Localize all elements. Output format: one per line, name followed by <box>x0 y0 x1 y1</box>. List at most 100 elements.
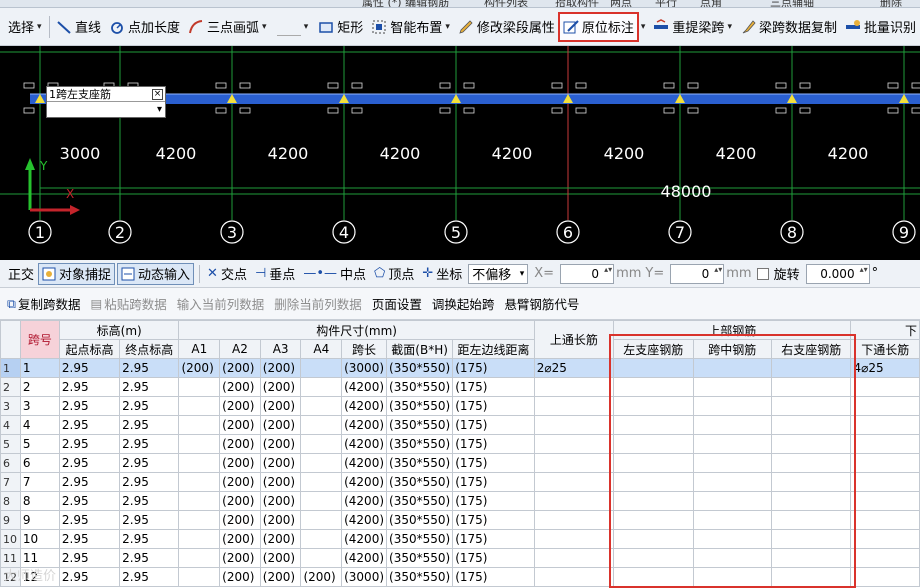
top-through-cell[interactable] <box>533 434 615 454</box>
rotate-checkbox[interactable] <box>756 267 769 280</box>
table-row[interactable]: 3 3 2.95 2.95 (200) (200) (4200) (350*550) (175) <box>0 396 920 416</box>
end-elev-cell[interactable]: 2.95 <box>119 529 180 549</box>
table-row[interactable]: 5 5 2.95 2.95 (200) (200) (4200) (350*550) (175) <box>0 434 920 454</box>
copy-span-data-button[interactable]: ⧉ 复制跨数据 <box>2 294 85 313</box>
span-no-header[interactable]: 跨号 <box>19 320 60 359</box>
a1-cell[interactable] <box>178 567 221 587</box>
midpoint-snap[interactable]: —•— 中点 <box>299 264 370 283</box>
right-support-cell[interactable] <box>770 377 852 397</box>
perpendicular-snap[interactable]: ⊣ 垂点 <box>251 264 299 283</box>
start-elev-cell[interactable]: 2.95 <box>58 358 121 378</box>
left-support-cell[interactable] <box>613 567 694 587</box>
a2-cell[interactable]: (200) <box>219 491 261 511</box>
span-length-cell[interactable]: (4200) <box>341 529 388 549</box>
y-coordinate-input[interactable]: 0 <box>670 263 725 284</box>
a1-cell[interactable] <box>178 510 221 530</box>
span-length-cell[interactable]: (4200) <box>341 434 388 454</box>
chevron-down-icon[interactable]: ▾ <box>157 104 162 115</box>
start-elev-header[interactable]: 起点标高 <box>58 339 121 359</box>
left-edge-cell[interactable]: (175) <box>452 548 535 568</box>
right-support-cell[interactable] <box>770 434 852 454</box>
bottom-through-cell[interactable] <box>850 396 920 416</box>
a3-cell[interactable]: (200) <box>259 434 302 454</box>
a1-cell[interactable] <box>178 396 221 416</box>
span-no-cell[interactable]: 10 <box>19 529 60 549</box>
table-row[interactable]: 9 9 2.95 2.95 (200) (200) (4200) (350*550) (175) <box>0 510 920 530</box>
row-number[interactable]: 7 <box>0 472 21 492</box>
start-elev-cell[interactable]: 2.95 <box>58 548 121 568</box>
left-support-cell[interactable] <box>613 434 694 454</box>
end-elev-cell[interactable]: 2.95 <box>119 453 180 473</box>
a4-cell[interactable] <box>300 415 343 435</box>
left-support-cell[interactable] <box>613 377 694 397</box>
a2-cell[interactable]: (200) <box>219 567 261 587</box>
span-length-cell[interactable]: (3000) <box>341 358 388 378</box>
select-button[interactable]: 选择 ▾ <box>4 13 46 41</box>
a4-cell[interactable] <box>300 491 343 511</box>
left-edge-cell[interactable]: (175) <box>452 358 535 378</box>
section-cell[interactable]: (350*550) <box>386 415 454 435</box>
left-support-cell[interactable] <box>613 529 694 549</box>
row-number[interactable]: 12 <box>0 567 21 587</box>
row-number[interactable]: 4 <box>0 415 21 435</box>
table-row[interactable]: 11 11 2.95 2.95 (200) (200) (4200) (350*550) (17… <box>0 548 920 568</box>
end-elev-cell[interactable]: 2.95 <box>119 434 180 454</box>
arc-option-box[interactable] <box>276 18 301 36</box>
top-through-header[interactable]: 上通长筋 <box>533 320 615 359</box>
left-support-cell[interactable] <box>613 396 694 416</box>
point-length-button[interactable]: 点加长度 <box>105 13 184 41</box>
span-length-cell[interactable]: (4200) <box>341 510 388 530</box>
mid-span-cell[interactable] <box>692 491 772 511</box>
cad-canvas[interactable]: 1 2 3 4 5 6 7 8 9 3000 4200 4200 4200 4200 4200 4200 420… <box>0 46 920 260</box>
a4-cell[interactable] <box>300 510 343 530</box>
span-length-cell[interactable]: (4200) <box>341 472 388 492</box>
menu-fragment[interactable]: 平行 <box>655 0 677 7</box>
cantilever-code-button[interactable]: 悬臂钢筋代号 <box>499 294 584 313</box>
table-row[interactable]: 12 12 2.95 2.95 (200) (200) (200) (3000) (350*55… <box>0 567 920 587</box>
end-elev-cell[interactable]: 2.95 <box>119 358 180 378</box>
coordinate-snap[interactable]: ✛ 坐标 <box>418 264 466 283</box>
right-support-cell[interactable] <box>770 548 852 568</box>
span-length-cell[interactable]: (4200) <box>341 377 388 397</box>
top-through-cell[interactable] <box>533 377 615 397</box>
row-number[interactable]: 10 <box>0 529 21 549</box>
a2-cell[interactable]: (200) <box>219 377 261 397</box>
batch-identify-button[interactable]: 批量识别 <box>841 13 920 41</box>
mid-span-cell[interactable] <box>692 396 772 416</box>
end-elev-cell[interactable]: 2.95 <box>119 510 180 530</box>
bottom-through-cell[interactable] <box>850 548 920 568</box>
paste-span-data-button[interactable]: ▤ 粘贴跨数据 <box>85 294 171 313</box>
section-cell[interactable]: (350*550) <box>386 358 454 378</box>
left-support-cell[interactable] <box>613 548 694 568</box>
a1-cell[interactable] <box>178 529 221 549</box>
start-elev-cell[interactable]: 2.95 <box>58 434 121 454</box>
right-support-cell[interactable] <box>770 396 852 416</box>
a3-cell[interactable]: (200) <box>259 453 302 473</box>
left-edge-cell[interactable]: (175) <box>452 567 535 587</box>
a1-cell[interactable] <box>178 453 221 473</box>
a2-header[interactable]: A2 <box>219 339 261 359</box>
a3-cell[interactable]: (200) <box>259 358 302 378</box>
ortho-toggle[interactable]: 正交 <box>4 264 38 283</box>
table-row[interactable]: 6 6 2.95 2.95 (200) (200) (4200) (350*550) (175) <box>0 453 920 473</box>
swap-start-span-button[interactable]: 调换起始跨 <box>427 294 500 313</box>
span-length-header[interactable]: 跨长 <box>341 339 388 359</box>
bottom-through-cell[interactable] <box>850 434 920 454</box>
row-number[interactable]: 6 <box>0 453 21 473</box>
start-elev-cell[interactable]: 2.95 <box>58 377 121 397</box>
a4-cell[interactable] <box>300 434 343 454</box>
span-no-cell[interactable]: 12 <box>19 567 60 587</box>
left-edge-cell[interactable]: (175) <box>452 510 535 530</box>
a2-cell[interactable]: (200) <box>219 472 261 492</box>
a4-cell[interactable] <box>300 396 343 416</box>
right-support-cell[interactable] <box>770 567 852 587</box>
offset-select[interactable]: 不偏移 ▾ <box>468 263 529 284</box>
table-row[interactable]: 7 7 2.95 2.95 (200) (200) (4200) (350*550) (175) <box>0 472 920 492</box>
span-length-cell[interactable]: (4200) <box>341 415 388 435</box>
right-support-cell[interactable] <box>770 453 852 473</box>
dynamic-input-toggle[interactable]: 动态输入 <box>117 262 195 285</box>
left-edge-cell[interactable]: (175) <box>452 415 535 435</box>
a4-cell[interactable] <box>300 529 343 549</box>
left-support-cell[interactable] <box>613 472 694 492</box>
section-cell[interactable]: (350*550) <box>386 453 454 473</box>
